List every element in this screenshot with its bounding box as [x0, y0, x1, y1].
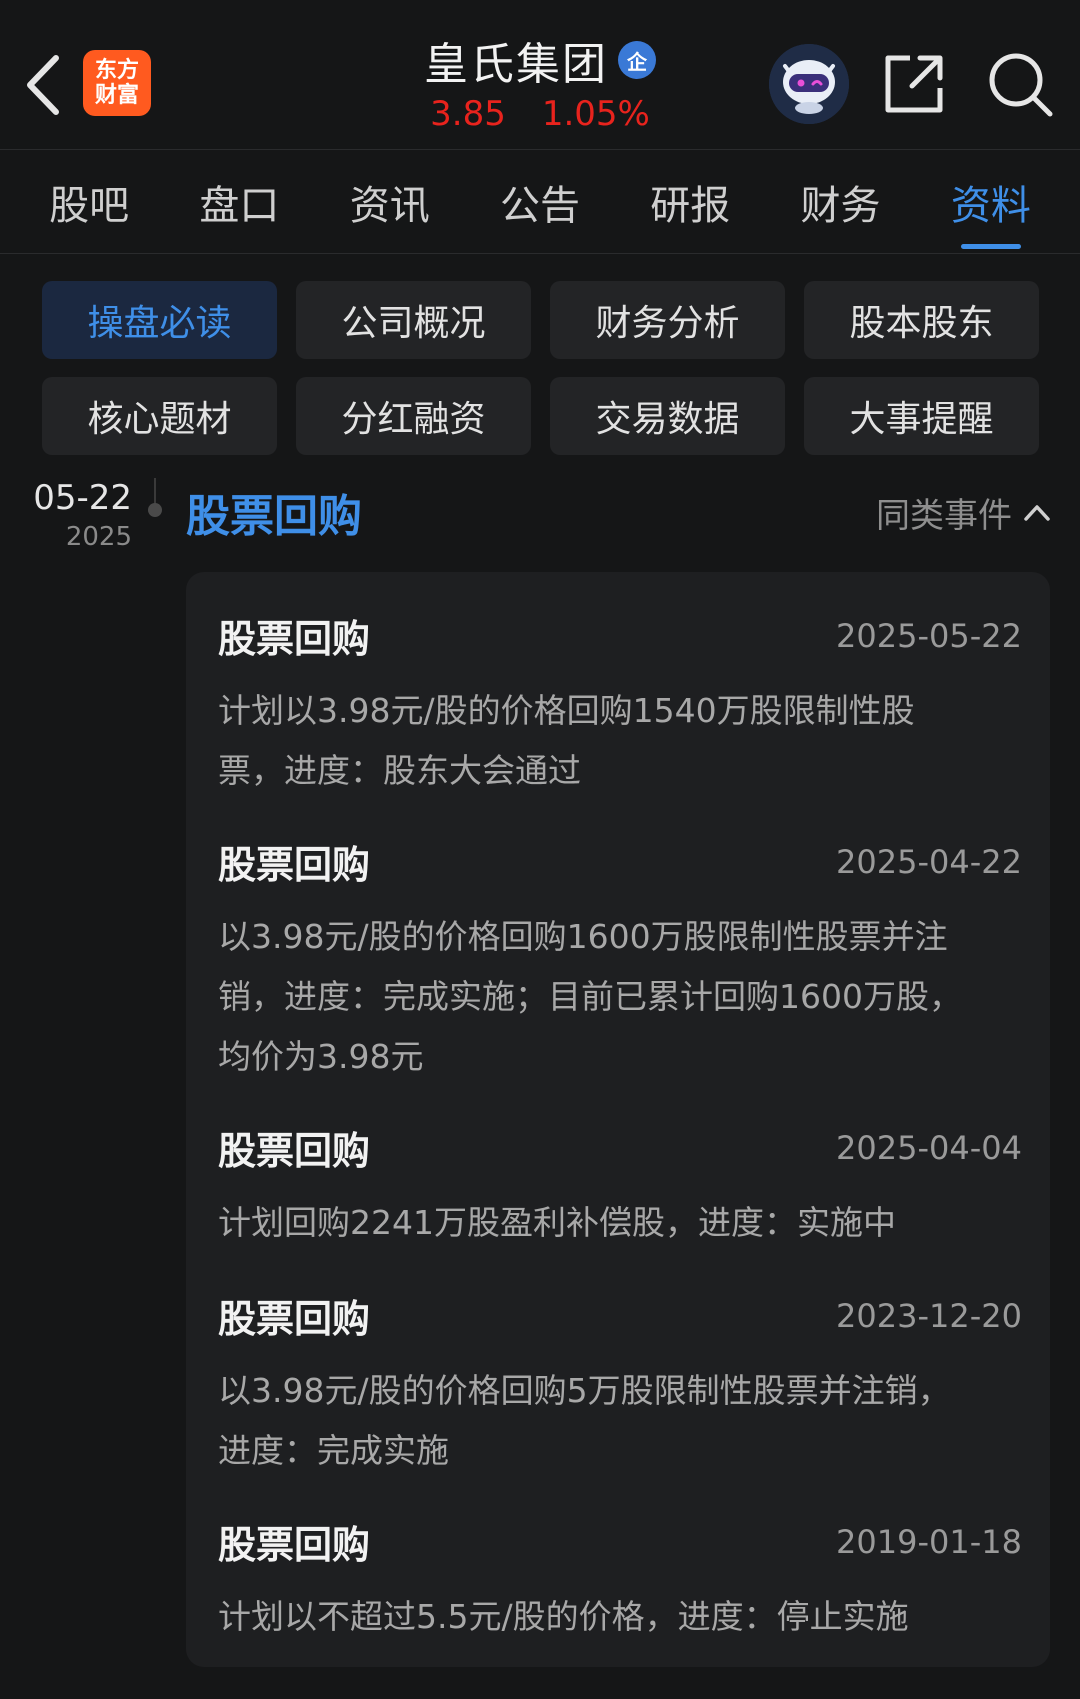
tab-label: 资讯: [349, 182, 430, 229]
chevron-up-icon: [1024, 504, 1050, 521]
assistant-button[interactable]: [769, 44, 849, 124]
enterprise-badge: 企: [618, 41, 656, 79]
tab-label: 盘口: [199, 182, 280, 229]
event-item-desc: 以3.98元/股的价格回购5万股限制性股票并注销， 进度：完成实施: [218, 1361, 1022, 1481]
share-icon: [885, 55, 943, 113]
stock-change-pct: 1.05%: [541, 94, 650, 134]
section-core-themes[interactable]: 核心题材: [42, 377, 277, 455]
robot-avatar-icon: [769, 44, 849, 124]
event-date-year: 2025: [65, 522, 132, 552]
tab-news[interactable]: 资讯: [344, 149, 436, 255]
tab-research[interactable]: 研报: [644, 149, 736, 255]
section-company-overview[interactable]: 公司概况: [296, 281, 531, 359]
event-item-desc: 计划回购2241万股盈利补偿股，进度：实施中: [218, 1193, 1022, 1253]
tab-label: 财务: [800, 182, 881, 229]
tab-label: 公告: [499, 182, 580, 229]
section-dividend-financing[interactable]: 分红融资: [296, 377, 531, 455]
event-item-date: 2019-01-18: [836, 1522, 1022, 1561]
desc-line: 以3.98元/股的价格回购5万股限制性股票并注销，: [218, 1371, 951, 1410]
event-item[interactable]: 股票回购 2025-05-22 计划以3.98元/股的价格回购1540万股限制性…: [218, 608, 1022, 801]
event-item[interactable]: 股票回购 2025-04-04 计划回购2241万股盈利补偿股，进度：实施中: [218, 1120, 1022, 1253]
profile-section-grid: 操盘必读 公司概况 财务分析 股本股东 核心题材 分红融资 交易数据 大事提醒: [42, 281, 1039, 455]
event-item-title: 股票回购: [218, 617, 371, 661]
share-button[interactable]: [880, 50, 948, 118]
event-item[interactable]: 股票回购 2025-04-22 以3.98元/股的价格回购1600万股限制性股票…: [218, 834, 1022, 1087]
event-item-title: 股票回购: [218, 843, 371, 887]
top-tab-bar: 股吧 盘口 资讯 公告 研报 财务 资料: [0, 150, 1080, 254]
event-item-date: 2025-04-22: [836, 842, 1022, 881]
desc-line: 进度：完成实施: [218, 1431, 449, 1470]
desc-line: 均价为3.98元: [218, 1037, 424, 1076]
event-date-md: 05-22: [33, 478, 132, 518]
section-shareholders[interactable]: 股本股东: [804, 281, 1039, 359]
event-item-date: 2023-12-20: [836, 1296, 1022, 1335]
event-item-date: 2025-05-22: [836, 616, 1022, 655]
event-item-title: 股票回购: [218, 1297, 371, 1341]
tab-guba[interactable]: 股吧: [43, 149, 135, 255]
active-tab-indicator: [960, 243, 1021, 249]
event-title[interactable]: 股票回购: [186, 480, 362, 544]
stock-price: 3.85: [430, 94, 506, 134]
tab-label: 资料: [950, 182, 1031, 229]
similar-events-label: 同类事件: [876, 496, 1012, 536]
tab-profile[interactable]: 资料: [945, 149, 1037, 255]
tab-label: 股吧: [49, 182, 130, 229]
desc-line: 销，进度：完成实施；目前已累计回购1600万股，: [218, 977, 962, 1016]
desc-line: 计划回购2241万股盈利补偿股，进度：实施中: [218, 1203, 896, 1242]
event-date: 05-22 2025: [22, 478, 132, 552]
similar-events-toggle[interactable]: 同类事件: [876, 488, 1052, 537]
search-button[interactable]: [986, 50, 1056, 120]
event-item-title: 股票回购: [218, 1523, 371, 1567]
section-must-read[interactable]: 操盘必读: [42, 281, 277, 359]
stock-name: 皇氏集团: [424, 39, 608, 90]
event-item-desc: 计划以3.98元/股的价格回购1540万股限制性股 票，进度：股东大会通过: [218, 681, 1022, 801]
tab-label: 研报: [650, 182, 731, 229]
tab-announcements[interactable]: 公告: [494, 149, 586, 255]
tab-finance[interactable]: 财务: [795, 149, 887, 255]
timeline-dot: [148, 503, 162, 517]
event-item-desc: 计划以不超过5.5元/股的价格，进度：停止实施: [218, 1587, 1022, 1647]
app-header: 东方 财富 皇氏集团 企 3.85 1.05%: [0, 0, 1080, 150]
search-icon: [989, 53, 1053, 117]
section-trading-data[interactable]: 交易数据: [550, 377, 785, 455]
event-item[interactable]: 股票回购 2023-12-20 以3.98元/股的价格回购5万股限制性股票并注销…: [218, 1288, 1022, 1481]
event-item[interactable]: 股票回购 2019-01-18 计划以不超过5.5元/股的价格，进度：停止实施: [218, 1514, 1022, 1647]
similar-events-card: 股票回购 2025-05-22 计划以3.98元/股的价格回购1540万股限制性…: [186, 572, 1050, 1667]
section-financial-analysis[interactable]: 财务分析: [550, 281, 785, 359]
event-item-title: 股票回购: [218, 1129, 371, 1173]
tab-pankou[interactable]: 盘口: [193, 149, 285, 255]
desc-line: 计划以不超过5.5元/股的价格，进度：停止实施: [218, 1597, 909, 1636]
desc-line: 以3.98元/股的价格回购1600万股限制性股票并注: [218, 917, 948, 956]
event-item-desc: 以3.98元/股的价格回购1600万股限制性股票并注 销，进度：完成实施；目前已…: [218, 907, 1022, 1087]
desc-line: 票，进度：股东大会通过: [218, 751, 581, 790]
section-major-events[interactable]: 大事提醒: [804, 377, 1039, 455]
desc-line: 计划以3.98元/股的价格回购1540万股限制性股: [218, 691, 915, 730]
event-item-date: 2025-04-04: [836, 1128, 1022, 1167]
